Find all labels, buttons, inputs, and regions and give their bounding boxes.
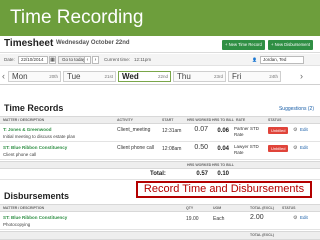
- row-activity: Client_meeting: [117, 127, 151, 133]
- new-time-record-button[interactable]: + New Time Record: [222, 40, 265, 50]
- row-total: 2.00: [250, 214, 264, 221]
- totals-header: HRS WORKED HRS TO BILL: [0, 161, 320, 169]
- page-date: Wednesday October 22nd: [56, 40, 130, 46]
- total-hrs-to-bill: 0.10: [217, 171, 229, 177]
- user-icon: 👤: [252, 57, 257, 62]
- edit-link[interactable]: Edit: [300, 145, 308, 150]
- suggestions-link[interactable]: Suggestions (2): [279, 106, 314, 112]
- edit-link[interactable]: Edit: [300, 215, 308, 220]
- title-banner: Time Recording: [0, 0, 320, 36]
- row-hrs-worked[interactable]: 0.07: [188, 126, 208, 136]
- time-record-row[interactable]: T: Jones & Greenwood Initial meeting to …: [0, 125, 320, 142]
- user-select[interactable]: Jordan, Ted: [260, 56, 304, 64]
- edit-link[interactable]: Edit: [300, 127, 308, 132]
- day-name: Thu: [177, 72, 191, 81]
- page-title: Timesheet: [4, 38, 54, 49]
- timesheet-header: Timesheet Wednesday October 22nd + New T…: [0, 36, 320, 53]
- col-total-hrs-to-bill: HRS TO BILL: [212, 163, 234, 167]
- row-client[interactable]: T: Jones & Greenwood: [3, 127, 52, 132]
- gear-icon[interactable]: ⚙: [293, 215, 299, 221]
- col-qty: QTY: [186, 206, 194, 210]
- day-number: 20th: [49, 74, 58, 79]
- day-number: 24th: [269, 74, 278, 79]
- row-client[interactable]: ST: Blue Ribbon Constituency: [3, 145, 67, 150]
- day-number: 22nd: [157, 74, 168, 79]
- row-hrs-worked[interactable]: 0.50: [188, 144, 208, 154]
- day-number: 23rd: [213, 74, 223, 79]
- prev-week-icon[interactable]: ‹: [2, 71, 5, 81]
- time-records-title: Time Records: [4, 103, 64, 113]
- gear-icon[interactable]: ⚙: [293, 145, 299, 151]
- total-hrs-worked: 0.57: [196, 171, 208, 177]
- col-disb-matter: MATTER / DESCRIPTION: [3, 206, 45, 210]
- gear-icon[interactable]: ⚙: [293, 127, 299, 133]
- current-time-label: Current time:: [104, 57, 131, 62]
- status-badge: Unbilled: [268, 127, 289, 134]
- day-tab-fri[interactable]: Fri 24th: [228, 71, 281, 82]
- row-rate: Lawyer STD Rate: [234, 144, 259, 155]
- row-hrs-to-bill: 0.06: [217, 128, 229, 134]
- next-week-icon[interactable]: ›: [300, 71, 303, 81]
- day-selector: ‹ Mon 20th Tue 21st Wed 22nd Thu 23rd Fr…: [0, 67, 320, 85]
- time-records-header: MATTER / DESCRIPTION ACTIVITY START HRS …: [0, 116, 320, 124]
- col-total-excl: TOTAL (EXCL): [250, 206, 274, 210]
- callout-label: Record Time and Disbursements: [136, 181, 312, 198]
- day-tab-tue[interactable]: Tue 21st: [63, 71, 116, 82]
- total-label: Total:: [150, 171, 166, 177]
- status-badge: Unbilled: [268, 145, 289, 152]
- disbursement-row[interactable]: ST: Blue Ribbon Constituency Photocopyin…: [0, 213, 320, 230]
- day-tab-wed[interactable]: Wed 22nd: [118, 71, 171, 82]
- row-activity: Client phone call: [117, 145, 154, 151]
- day-name: Tue: [67, 72, 81, 81]
- col-rate: RATE: [236, 118, 246, 122]
- day-name: Wed: [122, 72, 139, 81]
- col-disb-status: STATUS: [282, 206, 296, 210]
- row-hrs-to-bill: 0.04: [217, 146, 229, 152]
- row-description: Initial meeting to discuss estate plan: [3, 134, 76, 139]
- next-day-icon[interactable]: ›: [92, 56, 99, 64]
- row-start: 12:08am: [162, 146, 182, 152]
- row-description: Photocopying: [3, 222, 31, 227]
- day-number: 21st: [104, 74, 113, 79]
- col-status: STATUS: [268, 118, 282, 122]
- col-hrs-worked: HRS WORKED: [187, 118, 212, 122]
- row-client[interactable]: ST: Blue Ribbon Constituency: [3, 215, 67, 220]
- footer-total-excl: TOTAL (EXCL): [250, 233, 274, 237]
- date-field[interactable]: 22/10/2014: [18, 56, 48, 64]
- day-name: Mon: [12, 72, 28, 81]
- time-record-row[interactable]: ST: Blue Ribbon Constituency Client phon…: [0, 143, 320, 160]
- totals-row: Total: 0.57 0.10: [0, 170, 320, 180]
- col-matter: MATTER / DESCRIPTION: [3, 118, 45, 122]
- current-time-value: 12:11pm: [134, 57, 152, 62]
- prev-day-icon[interactable]: ‹: [84, 56, 91, 64]
- row-qty: 19.00: [186, 216, 199, 222]
- col-total-hrs-worked: HRS WORKED: [187, 163, 212, 167]
- disbursements-footer: TOTAL (EXCL): [0, 231, 320, 240]
- banner-title: Time Recording: [10, 7, 144, 28]
- row-start: 12:31am: [162, 128, 182, 134]
- date-bar: Date: 22/10/2014 ▦ Go to today ‹ › Curre…: [0, 54, 320, 66]
- col-hrs-to-bill: HRS TO BILL: [212, 118, 234, 122]
- col-start: START: [162, 118, 174, 122]
- col-uom: UOM: [213, 206, 222, 210]
- col-activity: ACTIVITY: [117, 118, 133, 122]
- disbursements-title: Disbursements: [4, 191, 70, 201]
- calendar-icon[interactable]: ▦: [49, 56, 56, 64]
- day-name: Fri: [232, 72, 242, 81]
- row-unit: Each: [213, 216, 225, 222]
- row-description: Client phone call: [3, 152, 37, 157]
- date-label: Date:: [4, 57, 15, 62]
- disbursements-header: MATTER / DESCRIPTION QTY UOM TOTAL (EXCL…: [0, 204, 320, 212]
- row-rate: Partner STD Rate: [234, 126, 260, 137]
- day-tab-mon[interactable]: Mon 20th: [8, 71, 61, 82]
- day-tab-thu[interactable]: Thu 23rd: [173, 71, 226, 82]
- new-disbursement-button[interactable]: + New Disbursement: [268, 40, 313, 50]
